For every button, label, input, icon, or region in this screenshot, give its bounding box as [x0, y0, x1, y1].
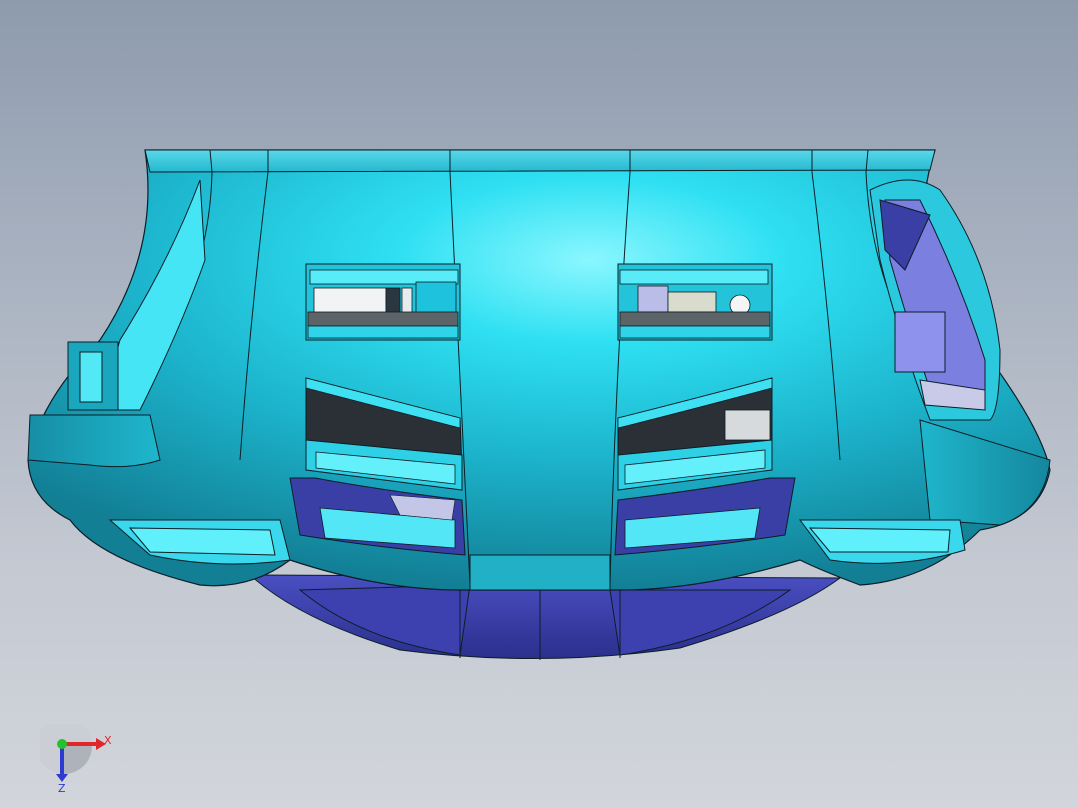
inner-bottom-right-fin [609, 589, 792, 656]
x-axis-label: X [104, 734, 112, 747]
z-axis-label: Z [58, 782, 66, 794]
left-lower-lobe [27, 414, 161, 468]
bottom-lip [469, 554, 611, 591]
graphics-viewport[interactable]: X Z [0, 0, 1078, 808]
y-axis-icon [57, 739, 67, 749]
coordinate-triad: X Z [40, 724, 112, 794]
z-arrow-icon [56, 774, 68, 782]
triad-origin-shade [64, 746, 92, 774]
3d-model-view[interactable] [0, 0, 1078, 808]
top-rim [144, 149, 936, 173]
